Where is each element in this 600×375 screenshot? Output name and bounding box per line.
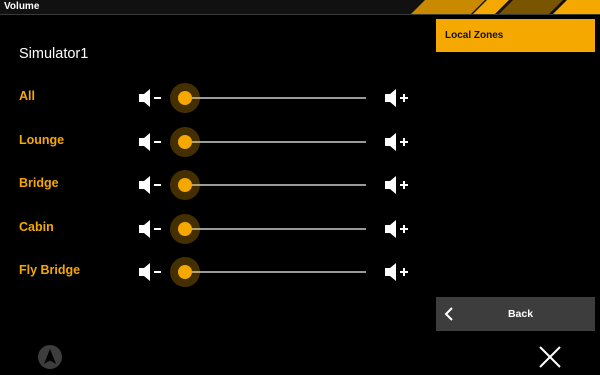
volume-slider[interactable] [170, 257, 366, 287]
navigation-arrow-icon[interactable] [38, 345, 62, 374]
volume-down-icon[interactable] [138, 262, 164, 282]
volume-slider[interactable] [170, 83, 366, 113]
slider-track [184, 228, 366, 230]
slider-knob[interactable] [178, 222, 192, 236]
slider-track [184, 271, 366, 273]
zone-label: Cabin [19, 220, 54, 234]
title-divider [0, 14, 600, 15]
volume-up-icon[interactable] [384, 132, 410, 152]
slider-track [184, 184, 366, 186]
volume-down-icon[interactable] [138, 219, 164, 239]
zone-label: All [19, 89, 35, 103]
slider-track [184, 141, 366, 143]
volume-down-icon[interactable] [138, 88, 164, 108]
zone-row: Bridge [0, 170, 430, 200]
slider-knob[interactable] [178, 135, 192, 149]
back-label: Back [507, 308, 534, 320]
zone-label: Bridge [19, 176, 59, 190]
volume-up-icon[interactable] [384, 88, 410, 108]
back-button[interactable]: Back [436, 297, 595, 331]
local-zones-button[interactable]: Local Zones [436, 19, 595, 52]
zone-row: Cabin [0, 214, 430, 244]
window-title: Volume [4, 1, 40, 12]
slider-knob[interactable] [178, 91, 192, 105]
slider-knob[interactable] [178, 178, 192, 192]
volume-slider[interactable] [170, 170, 366, 200]
volume-slider[interactable] [170, 127, 366, 157]
zone-row: Fly Bridge [0, 257, 430, 287]
close-icon[interactable] [538, 345, 562, 374]
slider-knob[interactable] [178, 265, 192, 279]
zone-row: Lounge [0, 127, 430, 157]
volume-down-icon[interactable] [138, 175, 164, 195]
device-name: Simulator1 [19, 46, 89, 62]
volume-up-icon[interactable] [384, 262, 410, 282]
volume-slider[interactable] [170, 214, 366, 244]
zone-label: Lounge [19, 133, 65, 147]
volume-down-icon[interactable] [138, 132, 164, 152]
zone-label: Fly Bridge [19, 263, 81, 277]
slider-track [184, 97, 366, 99]
volume-up-icon[interactable] [384, 175, 410, 195]
volume-up-icon[interactable] [384, 219, 410, 239]
zone-row: All [0, 83, 430, 113]
title-bar: Volume [0, 0, 600, 14]
local-zones-label: Local Zones [445, 30, 504, 41]
